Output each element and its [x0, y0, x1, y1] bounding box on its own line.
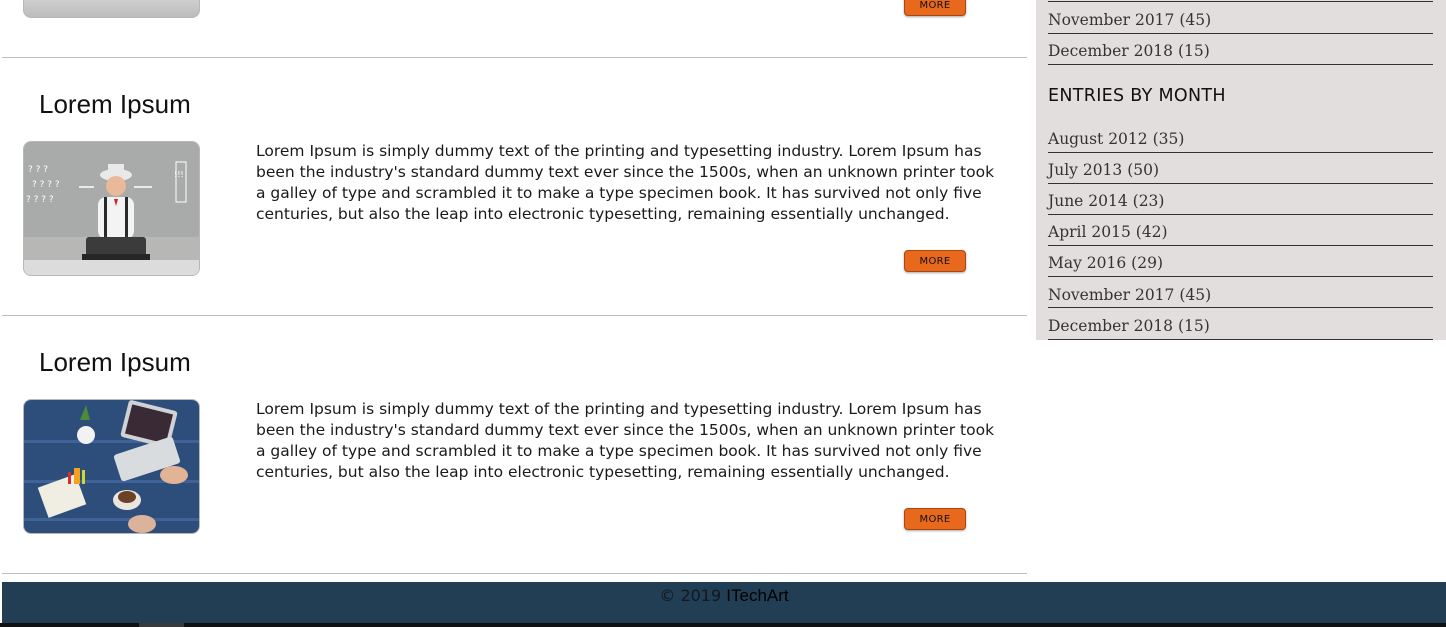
- sidebar-archive-link[interactable]: August 2012 (35): [1048, 130, 1184, 148]
- sidebar-divider: [1048, 33, 1433, 34]
- sidebar-archive-link[interactable]: November 2017 (45): [1048, 11, 1211, 29]
- article-thumbnail-typewriter-man: ? ? ? ? ? ? ? ? ? ? ? !!!: [23, 141, 200, 276]
- sidebar-archive-link[interactable]: July 2013 (50): [1048, 161, 1159, 179]
- article-text: Lorem Ipsum is simply dummy text of the …: [256, 142, 995, 223]
- more-button[interactable]: MORE: [904, 250, 966, 272]
- footer-copyright: © 2019 ITechArt: [2, 586, 1446, 606]
- sidebar-heading: ENTRIES BY MONTH: [1048, 86, 1226, 106]
- sidebar-archive-link[interactable]: December 2018 (15): [1048, 317, 1210, 335]
- sidebar-divider: [1048, 307, 1433, 308]
- article-divider: [2, 573, 1027, 574]
- article-text: Lorem Ipsum is simply dummy text of the …: [256, 400, 995, 481]
- sidebar-archive-link[interactable]: April 2015 (42): [1048, 223, 1168, 241]
- sidebar-divider: [1048, 183, 1433, 184]
- more-button[interactable]: MORE: [904, 0, 966, 16]
- sidebar-divider: [1048, 245, 1433, 246]
- svg-text:? ? ?: ? ? ?: [28, 165, 48, 175]
- bottom-bar-tab: [139, 623, 184, 627]
- sidebar-archive-link[interactable]: June 2014 (23): [1048, 192, 1164, 210]
- sidebar-archive-link[interactable]: November 2017 (45): [1048, 286, 1211, 304]
- copyright-text: © 2019: [659, 586, 722, 605]
- footer-brand-link[interactable]: ITechArt: [726, 586, 788, 605]
- article-title: Lorem Ipsum: [39, 347, 191, 377]
- article: Lorem Ipsum Lorem Ipsum is simply dummy …: [2, 316, 1027, 574]
- article-title: Lorem Ipsum: [39, 89, 191, 119]
- sidebar-divider: [1048, 64, 1433, 65]
- article-thumbnail: [23, 0, 200, 18]
- svg-text:!!!: !!!: [174, 170, 184, 179]
- svg-text:? ? ? ?: ? ? ? ?: [26, 195, 54, 205]
- sidebar-divider: [1048, 1, 1433, 2]
- sidebar: November 2017 (45) December 2018 (15) EN…: [1036, 0, 1446, 340]
- sidebar-divider: [1048, 339, 1433, 340]
- main-content: MORE Lorem Ipsum ? ? ? ? ? ? ? ? ? ? ? !…: [2, 0, 1027, 575]
- sidebar-archive-link[interactable]: May 2016 (29): [1048, 254, 1163, 272]
- bottom-bar: [0, 623, 1446, 627]
- sidebar-divider: [1048, 152, 1433, 153]
- footer: © 2019 ITechArt: [2, 582, 1446, 623]
- sidebar-divider: [1048, 276, 1433, 277]
- article: Lorem Ipsum ? ? ? ? ? ? ? ? ? ? ? !!! Lo…: [2, 58, 1027, 316]
- article-thumbnail-laptop-desk: [23, 399, 200, 534]
- svg-text:? ? ? ?: ? ? ? ?: [32, 180, 60, 190]
- sidebar-divider: [1048, 214, 1433, 215]
- more-button[interactable]: MORE: [904, 508, 966, 530]
- sidebar-archive-link[interactable]: December 2018 (15): [1048, 42, 1210, 60]
